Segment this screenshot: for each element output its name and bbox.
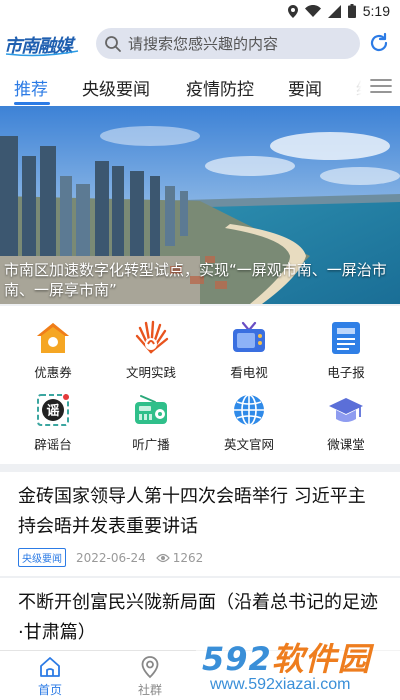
nav-label: 首页 <box>37 683 62 697</box>
service-label: 微课堂 <box>327 437 365 452</box>
service-coupon[interactable]: 优惠券 <box>13 320 93 381</box>
nav-home[interactable]: 首页 <box>20 655 80 698</box>
status-bar: 5:19 <box>0 0 400 22</box>
civilization-practice-icon <box>135 320 169 354</box>
service-label: 优惠券 <box>34 365 72 380</box>
news-meta: 央级要闻 2022-06-24 1262 <box>18 548 382 567</box>
globe-icon <box>234 394 264 426</box>
location-pin-icon <box>141 656 159 679</box>
tab-central-news[interactable]: 央级要闻 <box>82 75 150 100</box>
eye-icon <box>155 553 170 562</box>
active-tab-indicator <box>14 102 50 105</box>
newspaper-icon <box>332 322 360 354</box>
tv-icon <box>233 321 265 352</box>
service-listen-radio[interactable]: 听广播 <box>111 392 191 453</box>
category-badge: 央级要闻 <box>18 548 66 567</box>
watermark-brand: 592软件园 <box>202 640 371 678</box>
service-label: 听广播 <box>132 437 170 452</box>
radio-icon <box>135 395 167 424</box>
rumor-refute-icon: 谣 <box>37 394 69 426</box>
service-rumor-refute[interactable]: 谣 辟谣台 <box>13 392 93 453</box>
service-micro-class[interactable]: 微课堂 <box>306 392 386 453</box>
service-english-site[interactable]: 英文官网 <box>209 392 289 453</box>
wifi-icon <box>304 5 321 17</box>
search-placeholder: 请搜索您感兴趣的内容 <box>128 35 279 53</box>
tab-headlines[interactable]: 要闻 <box>288 75 322 100</box>
app-header: 市南融媒 请搜索您感兴趣的内容 <box>0 22 400 66</box>
view-count: 1262 <box>155 550 204 565</box>
category-tabs: 推荐 央级要闻 疫情防控 要闻 经 <box>0 66 400 106</box>
service-label: 辟谣台 <box>34 437 72 452</box>
battery-icon <box>347 4 356 18</box>
tab-recommend[interactable]: 推荐 <box>14 75 48 100</box>
coupon-icon <box>37 323 69 353</box>
menu-icon[interactable] <box>370 77 392 95</box>
service-watch-tv[interactable]: 看电视 <box>209 320 289 381</box>
status-time: 5:19 <box>362 3 390 19</box>
news-item[interactable]: 金砖国家领导人第十四次会晤举行 习近平主持会晤并发表重要讲话 央级要闻 2022… <box>0 472 400 576</box>
watermark-url: www.592xiazai.com <box>210 676 351 693</box>
service-label: 英文官网 <box>223 437 274 452</box>
home-icon <box>40 657 60 677</box>
search-icon <box>105 35 121 52</box>
nav-label: 社群 <box>137 683 162 697</box>
news-title: 金砖国家领导人第十四次会晤举行 习近平主持会晤并发表重要讲话 <box>18 486 366 537</box>
view-count-value: 1262 <box>172 550 204 565</box>
service-label: 文明实践 <box>125 365 176 380</box>
watermark: 592软件园 www.592xiazai.com <box>196 630 400 700</box>
service-label: 电子报 <box>327 365 365 380</box>
nav-community[interactable]: 社群 <box>120 655 180 698</box>
service-civilization-practice[interactable]: 文明实践 <box>111 320 191 381</box>
news-date: 2022-06-24 <box>76 550 146 565</box>
tab-epidemic-control[interactable]: 疫情防控 <box>186 75 254 100</box>
featured-banner[interactable]: 市南区加速数字化转型试点，实现“一屏观市南、一屏治市南、一屏享市南” <box>0 106 400 304</box>
refresh-icon[interactable] <box>368 32 390 54</box>
graduation-cap-icon <box>329 398 363 422</box>
rumor-glyph: 谣 <box>46 403 59 419</box>
service-label: 看电视 <box>230 365 268 380</box>
app-logo[interactable]: 市南融媒 <box>0 22 84 66</box>
location-icon <box>287 4 298 18</box>
search-bar[interactable]: 请搜索您感兴趣的内容 <box>96 28 360 59</box>
banner-caption: 市南区加速数字化转型试点，实现“一屏观市南、一屏治市南、一屏享市南” <box>4 261 387 299</box>
signal-icon <box>327 4 341 18</box>
service-grid: 优惠券 文明实践 看电视 电子报 谣 辟谣台 听广播 英文官网 微课堂 <box>0 306 400 464</box>
service-e-newspaper[interactable]: 电子报 <box>306 320 386 381</box>
